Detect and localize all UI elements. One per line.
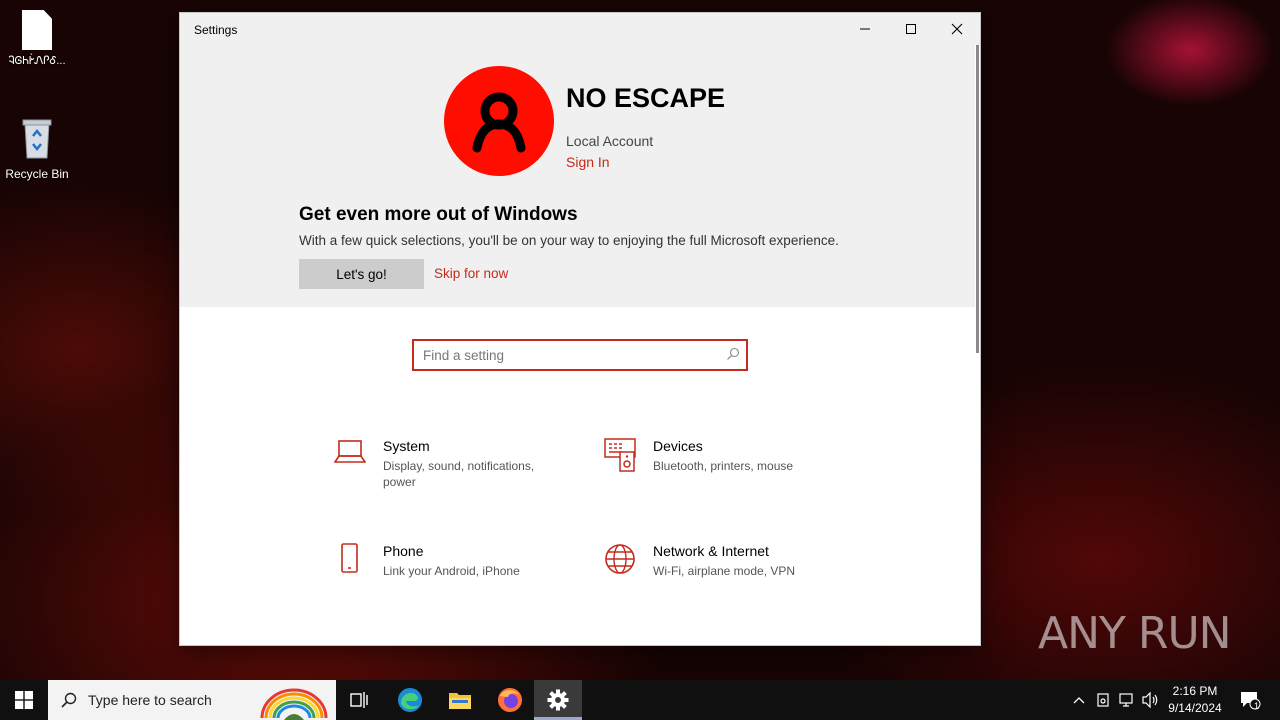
device-status-icon (1097, 693, 1109, 707)
search-icon (727, 347, 740, 360)
laptop-icon (334, 440, 366, 463)
scrollbar-thumb[interactable] (976, 45, 979, 353)
category-description: Bluetooth, printers, mouse (653, 459, 794, 473)
category-title: System (383, 438, 430, 454)
account-type: Local Account (566, 133, 654, 149)
category-description: Wi-Fi, airplane mode, VPN (653, 564, 796, 578)
action-center-button[interactable]: 1 (1232, 680, 1268, 720)
category-network[interactable]: Network & Internet Wi-Fi, airplane mode,… (604, 543, 824, 593)
minimize-button[interactable] (842, 13, 888, 45)
minimize-icon (860, 28, 870, 30)
taskbar: Type here to search 2:16 PM 9/14/2024 1 (0, 680, 1280, 720)
edge-taskbar-button[interactable] (386, 680, 434, 720)
title-bar[interactable]: Settings (180, 13, 980, 45)
skip-for-now-link[interactable]: Skip for now (434, 266, 508, 281)
network-icon (1119, 693, 1133, 707)
lets-go-button[interactable]: Let's go! (299, 259, 424, 289)
search-input[interactable] (423, 345, 713, 365)
recycle-bin-icon (22, 119, 52, 159)
phone-icon (341, 543, 358, 573)
devices-icon (604, 438, 636, 472)
find-setting-search[interactable] (412, 339, 748, 371)
category-description: Link your Android, iPhone (383, 564, 520, 578)
taskbar-search-box[interactable]: Type here to search (48, 680, 336, 720)
close-button[interactable] (934, 13, 980, 45)
clock[interactable]: 2:16 PM 9/14/2024 (1162, 683, 1228, 717)
task-view-icon (350, 692, 368, 708)
globe-icon (605, 544, 635, 574)
firefox-taskbar-button[interactable] (486, 680, 534, 720)
category-system[interactable]: System Display, sound, notifications, po… (334, 438, 554, 498)
recycle-bin-label: Recycle Bin (5, 167, 69, 181)
category-description: Display, sound, notifications, power (383, 459, 535, 489)
user-glyph-icon (472, 92, 526, 153)
firefox-icon (498, 688, 522, 712)
scrollbar[interactable] (975, 45, 980, 645)
folder-icon (449, 693, 471, 709)
volume-tray-button[interactable] (1140, 680, 1162, 720)
account-hero: NO ESCAPE Local Account Sign In Get even… (180, 45, 977, 307)
sign-in-link[interactable]: Sign In (566, 154, 610, 170)
category-title: Phone (383, 543, 424, 559)
anyrun-watermark: ANY RUN (1038, 608, 1232, 659)
speaker-icon (1142, 692, 1158, 708)
edge-icon (398, 688, 422, 712)
avatar (444, 66, 554, 176)
windows-logo-icon (15, 691, 33, 709)
window-title: Settings (194, 23, 238, 37)
tray-device-button[interactable] (1092, 680, 1114, 720)
desktop-file-icon[interactable]: ᎸᎶᏂᎨ̀ᏁᎵᎴ... (0, 10, 74, 68)
settings-taskbar-button[interactable] (534, 680, 582, 720)
taskbar-search-placeholder: Type here to search (88, 692, 212, 708)
category-title: Devices (653, 438, 703, 454)
recycle-bin-shortcut[interactable]: Recycle Bin (0, 116, 74, 181)
desktop-file-label: ᎸᎶᏂᎨ̀ᏁᎵᎴ... (8, 55, 66, 67)
notification-count: 1 (1254, 701, 1260, 711)
show-hidden-icons-button[interactable] (1068, 680, 1090, 720)
network-tray-button[interactable] (1116, 680, 1138, 720)
category-devices[interactable]: Devices Bluetooth, printers, mouse (604, 438, 824, 488)
search-highlight-rainbow-icon (260, 688, 328, 720)
search-icon (61, 692, 77, 708)
promo-title: Get even more out of Windows (299, 204, 578, 225)
account-name: NO ESCAPE (566, 83, 726, 113)
task-view-button[interactable] (336, 680, 384, 720)
close-icon (951, 23, 963, 35)
start-button[interactable] (0, 680, 48, 720)
gear-icon (547, 689, 569, 716)
file-explorer-taskbar-button[interactable] (436, 680, 484, 720)
category-phone[interactable]: Phone Link your Android, iPhone (334, 543, 554, 593)
chevron-up-icon (1073, 697, 1085, 704)
promo-text: With a few quick selections, you'll be o… (299, 233, 839, 248)
category-title: Network & Internet (653, 543, 769, 559)
settings-window: Settings NO ESCAPE Local Account Sign In… (180, 13, 980, 645)
clock-time: 2:16 PM (1172, 684, 1218, 698)
maximize-button[interactable] (888, 13, 934, 45)
clock-date: 9/14/2024 (1168, 701, 1222, 715)
maximize-icon (906, 24, 916, 34)
file-icon (22, 10, 52, 50)
